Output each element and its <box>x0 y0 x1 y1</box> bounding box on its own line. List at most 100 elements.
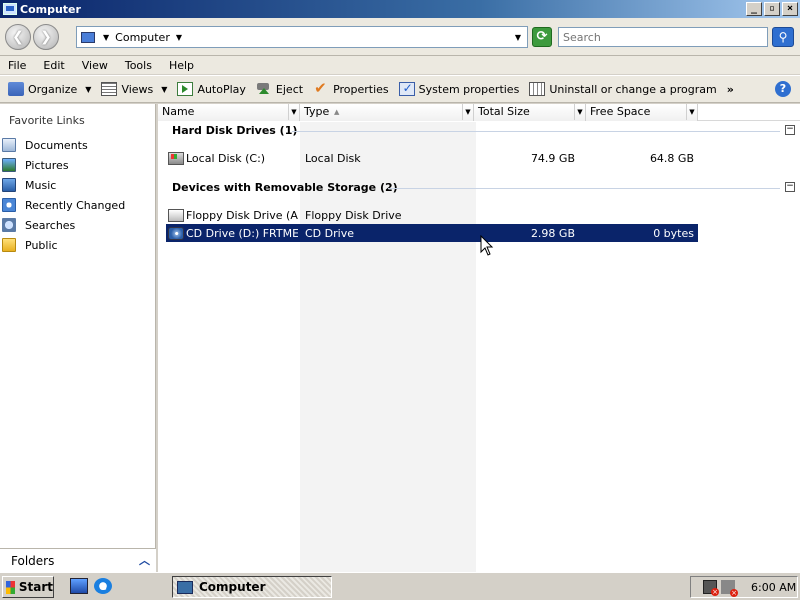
menu-help[interactable]: Help <box>169 59 194 72</box>
drive-type: Floppy Disk Drive <box>305 208 402 222</box>
organize-label: Organize <box>28 82 78 96</box>
show-desktop-icon[interactable] <box>70 578 88 594</box>
sidebar-item-label: Public <box>25 238 58 252</box>
views-button[interactable]: Views ▼ <box>97 78 171 100</box>
group-header-removable-storage[interactable]: Devices with Removable Storage (2) <box>172 181 398 194</box>
recently-changed-icon <box>2 198 16 212</box>
chevron-up-icon: ︿ <box>139 554 150 567</box>
search-button[interactable]: ⚲ <box>772 27 794 47</box>
breadcrumb-computer[interactable]: Computer <box>115 31 170 44</box>
favorite-links-heading: Favorite Links <box>9 114 85 127</box>
clock[interactable]: 6:00 AM <box>751 581 796 594</box>
start-button[interactable]: Start <box>2 576 54 598</box>
address-history-dropdown-icon[interactable]: ▼ <box>515 33 521 42</box>
breadcrumb-dropdown-icon[interactable]: ▼ <box>176 33 182 42</box>
help-icon[interactable]: ? <box>775 81 791 97</box>
autoplay-button[interactable]: AutoPlay <box>173 78 249 100</box>
uninstall-program-button[interactable]: Uninstall or change a program <box>525 78 720 100</box>
drive-name: Floppy Disk Drive (A:) <box>186 208 298 222</box>
drive-name-cell: Floppy Disk Drive (A:) <box>166 208 298 222</box>
more-commands-button[interactable]: » <box>723 78 738 100</box>
sidebar-item-label: Documents <box>25 138 88 152</box>
collapse-group-icon[interactable]: − <box>785 182 795 192</box>
table-row-selected[interactable]: CD Drive (D:) FRTME... CD Drive 2.98 GB … <box>166 224 698 242</box>
address-row: ❮ ❯ ▼ Computer ▼ ▼ ⟳ ⚲ <box>0 18 800 56</box>
computer-icon <box>81 31 95 43</box>
network-disconnected-icon[interactable]: × <box>703 580 719 596</box>
eject-button[interactable]: Eject <box>252 78 307 100</box>
column-header-free-space[interactable]: Free Space ▼ <box>586 104 698 121</box>
system-tray: × × 6:00 AM <box>690 576 798 598</box>
table-row[interactable]: Local Disk (C:) Local Disk 74.9 GB 64.8 … <box>166 149 698 167</box>
column-headers: Name ▼ Type ▲ ▼ Total Size ▼ Free Space … <box>158 104 800 121</box>
search-input[interactable] <box>558 27 768 47</box>
taskbar-item-label: Computer <box>199 580 266 594</box>
sidebar-item-searches[interactable]: Searches <box>0 215 156 235</box>
menu-view[interactable]: View <box>82 59 108 72</box>
forward-button[interactable]: ❯ <box>33 24 59 50</box>
refresh-button[interactable]: ⟳ <box>532 27 552 47</box>
sort-ascending-icon: ▲ <box>334 108 340 116</box>
internet-explorer-icon[interactable]: e <box>94 578 112 594</box>
uninstall-label: Uninstall or change a program <box>549 82 717 96</box>
system-properties-icon <box>398 81 415 96</box>
drive-name-cell: Local Disk (C:) <box>166 151 298 165</box>
close-button[interactable]: × <box>782 2 798 16</box>
column-header-name[interactable]: Name ▼ <box>158 104 300 121</box>
system-properties-button[interactable]: System properties <box>395 78 524 100</box>
chevron-down-icon[interactable]: ▼ <box>574 104 585 120</box>
taskbar-item-computer[interactable]: Computer <box>172 576 332 598</box>
sidebar-item-music[interactable]: Music <box>0 175 156 195</box>
public-folder-icon <box>2 238 16 252</box>
organize-icon <box>8 82 24 96</box>
floppy-drive-icon <box>168 208 184 222</box>
file-list-pane: Name ▼ Type ▲ ▼ Total Size ▼ Free Space … <box>158 104 800 572</box>
navigation-pane: Favorite Links Documents Pictures Music … <box>0 104 156 572</box>
computer-icon <box>177 580 193 594</box>
menu-file[interactable]: File <box>8 59 26 72</box>
breadcrumb-separator-icon[interactable]: ▼ <box>103 33 109 42</box>
chevron-down-icon[interactable]: ▼ <box>288 104 299 120</box>
menu-edit[interactable]: Edit <box>43 59 64 72</box>
views-icon <box>101 82 118 96</box>
group-header-hard-disk-drives[interactable]: Hard Disk Drives (1) <box>172 124 297 137</box>
sidebar-item-pictures[interactable]: Pictures <box>0 155 156 175</box>
address-bar[interactable]: ▼ Computer ▼ ▼ <box>76 26 528 48</box>
menu-bar: File Edit View Tools Help <box>0 56 800 74</box>
programs-icon <box>529 82 546 96</box>
drive-type: Local Disk <box>305 151 361 165</box>
menu-tools[interactable]: Tools <box>125 59 152 72</box>
music-icon <box>2 178 16 192</box>
title-bar[interactable]: Computer _ ▫ × <box>0 0 800 18</box>
column-header-total-size[interactable]: Total Size ▼ <box>474 104 586 121</box>
maximize-button[interactable]: ▫ <box>764 2 780 16</box>
sidebar-item-public[interactable]: Public <box>0 235 156 255</box>
volume-muted-icon[interactable]: × <box>721 580 738 597</box>
taskbar: Start e Computer × × 6:00 AM <box>0 572 800 600</box>
folders-toggle[interactable]: Folders ︿ <box>0 548 156 572</box>
chevron-down-icon[interactable]: ▼ <box>686 104 697 120</box>
back-button[interactable]: ❮ <box>5 24 31 50</box>
hard-disk-icon <box>168 151 184 165</box>
collapse-group-icon[interactable]: − <box>785 125 795 135</box>
chevron-down-icon[interactable]: ▼ <box>462 104 473 120</box>
group-divider <box>388 188 780 189</box>
sidebar-item-documents[interactable]: Documents <box>0 135 156 155</box>
organize-button[interactable]: Organize ▼ <box>4 78 95 100</box>
pictures-icon <box>2 158 16 172</box>
sidebar-item-label: Pictures <box>25 158 69 172</box>
chevron-down-icon[interactable]: ▼ <box>161 85 167 94</box>
views-label: Views <box>121 82 154 96</box>
windows-logo-icon <box>6 580 15 594</box>
autoplay-label: AutoPlay <box>197 82 246 96</box>
autoplay-icon <box>177 82 194 96</box>
table-row[interactable]: Floppy Disk Drive (A:) Floppy Disk Drive <box>166 206 698 224</box>
column-header-type[interactable]: Type ▲ ▼ <box>300 104 474 121</box>
properties-button[interactable]: Properties <box>309 78 393 100</box>
system-properties-label: System properties <box>418 82 520 96</box>
favorite-links-list: Documents Pictures Music Recently Change… <box>0 135 156 255</box>
minimize-button[interactable]: _ <box>746 2 762 16</box>
properties-label: Properties <box>333 82 389 96</box>
sidebar-item-recently-changed[interactable]: Recently Changed <box>0 195 156 215</box>
drive-free-space: 0 bytes <box>653 226 694 240</box>
